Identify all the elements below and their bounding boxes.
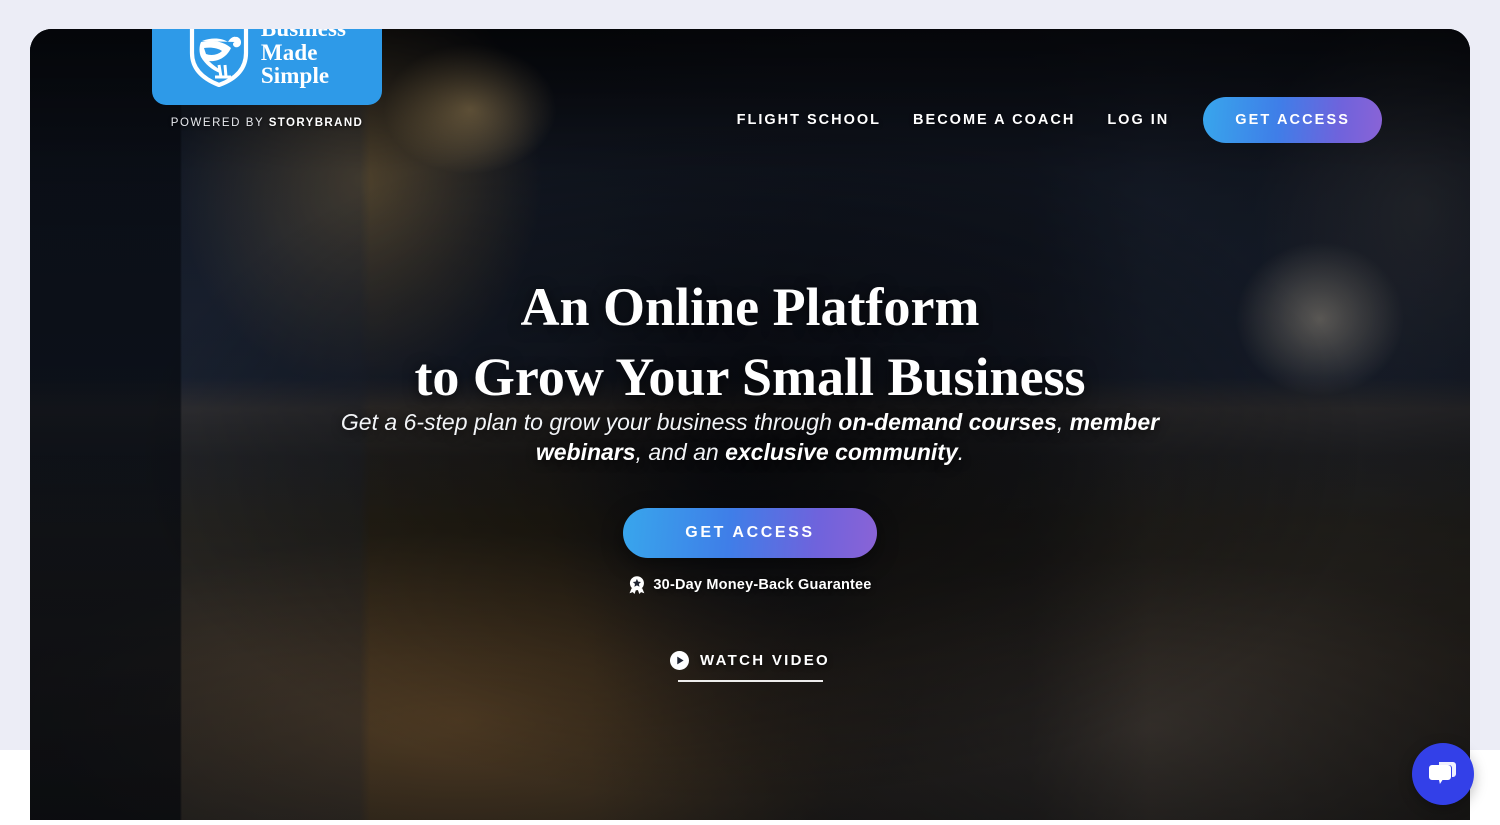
logo-wordmark: Business Made Simple [261, 29, 346, 88]
nav-link-become-a-coach[interactable]: BECOME A COACH [897, 112, 1091, 128]
subhead-emphasis-1: on-demand courses [838, 409, 1057, 435]
page-title: An Online Platform to Grow Your Small Bu… [30, 280, 1470, 404]
headline-line-2: to Grow Your Small Business [414, 347, 1086, 407]
site-header: Business Made Simple POWERED BY STORYBRA… [30, 29, 1470, 179]
logo-word-line-3: Simple [260, 63, 330, 89]
powered-by-name: STORYBRAND [268, 117, 364, 129]
logo-word-line-1: Business [261, 29, 346, 41]
guarantee-badge-icon [629, 576, 645, 594]
guarantee-label: 30-Day Money-Back Guarantee [653, 577, 872, 593]
headline-line-1: An Online Platform [520, 277, 980, 337]
subhead-text-2: , [1056, 409, 1070, 435]
chat-widget-button[interactable] [1412, 743, 1474, 805]
chat-bubbles-icon [1429, 762, 1456, 784]
logo-card[interactable]: Business Made Simple [152, 29, 382, 105]
subhead-text-4: . [957, 439, 965, 466]
subhead-text-3: , and an [635, 439, 726, 466]
nav-link-flight-school[interactable]: FLIGHT SCHOOL [721, 112, 897, 128]
hero-get-access-button[interactable]: GET ACCESS [623, 508, 877, 558]
logo-word-line-2: Made [260, 39, 318, 65]
subhead-emphasis-3: exclusive community [725, 439, 958, 466]
pelican-shield-icon [189, 29, 249, 87]
powered-by-prefix: POWERED BY [170, 117, 269, 129]
brand-logo[interactable]: Business Made Simple POWERED BY STORYBRA… [152, 29, 382, 129]
hero-subheadline: Get a 6-step plan to grow your business … [300, 407, 1200, 468]
money-back-guarantee: 30-Day Money-Back Guarantee [628, 576, 871, 594]
watch-video-link[interactable]: WATCH VIDEO [669, 651, 831, 682]
play-circle-icon [669, 651, 689, 670]
header-get-access-button[interactable]: GET ACCESS [1203, 97, 1382, 143]
hero-section: Business Made Simple POWERED BY STORYBRA… [30, 29, 1470, 820]
subhead-text-1: Get a 6-step plan to grow your business … [340, 409, 839, 435]
watch-video-label: WATCH VIDEO [699, 652, 831, 669]
watch-video-row: WATCH VIDEO [669, 651, 831, 670]
nav-link-log-in[interactable]: LOG IN [1091, 112, 1185, 128]
powered-by-storybrand: POWERED BY STORYBRAND [152, 117, 382, 129]
watch-video-underline [677, 680, 823, 682]
main-navigation: FLIGHT SCHOOL BECOME A COACH LOG IN GET … [721, 97, 1382, 143]
